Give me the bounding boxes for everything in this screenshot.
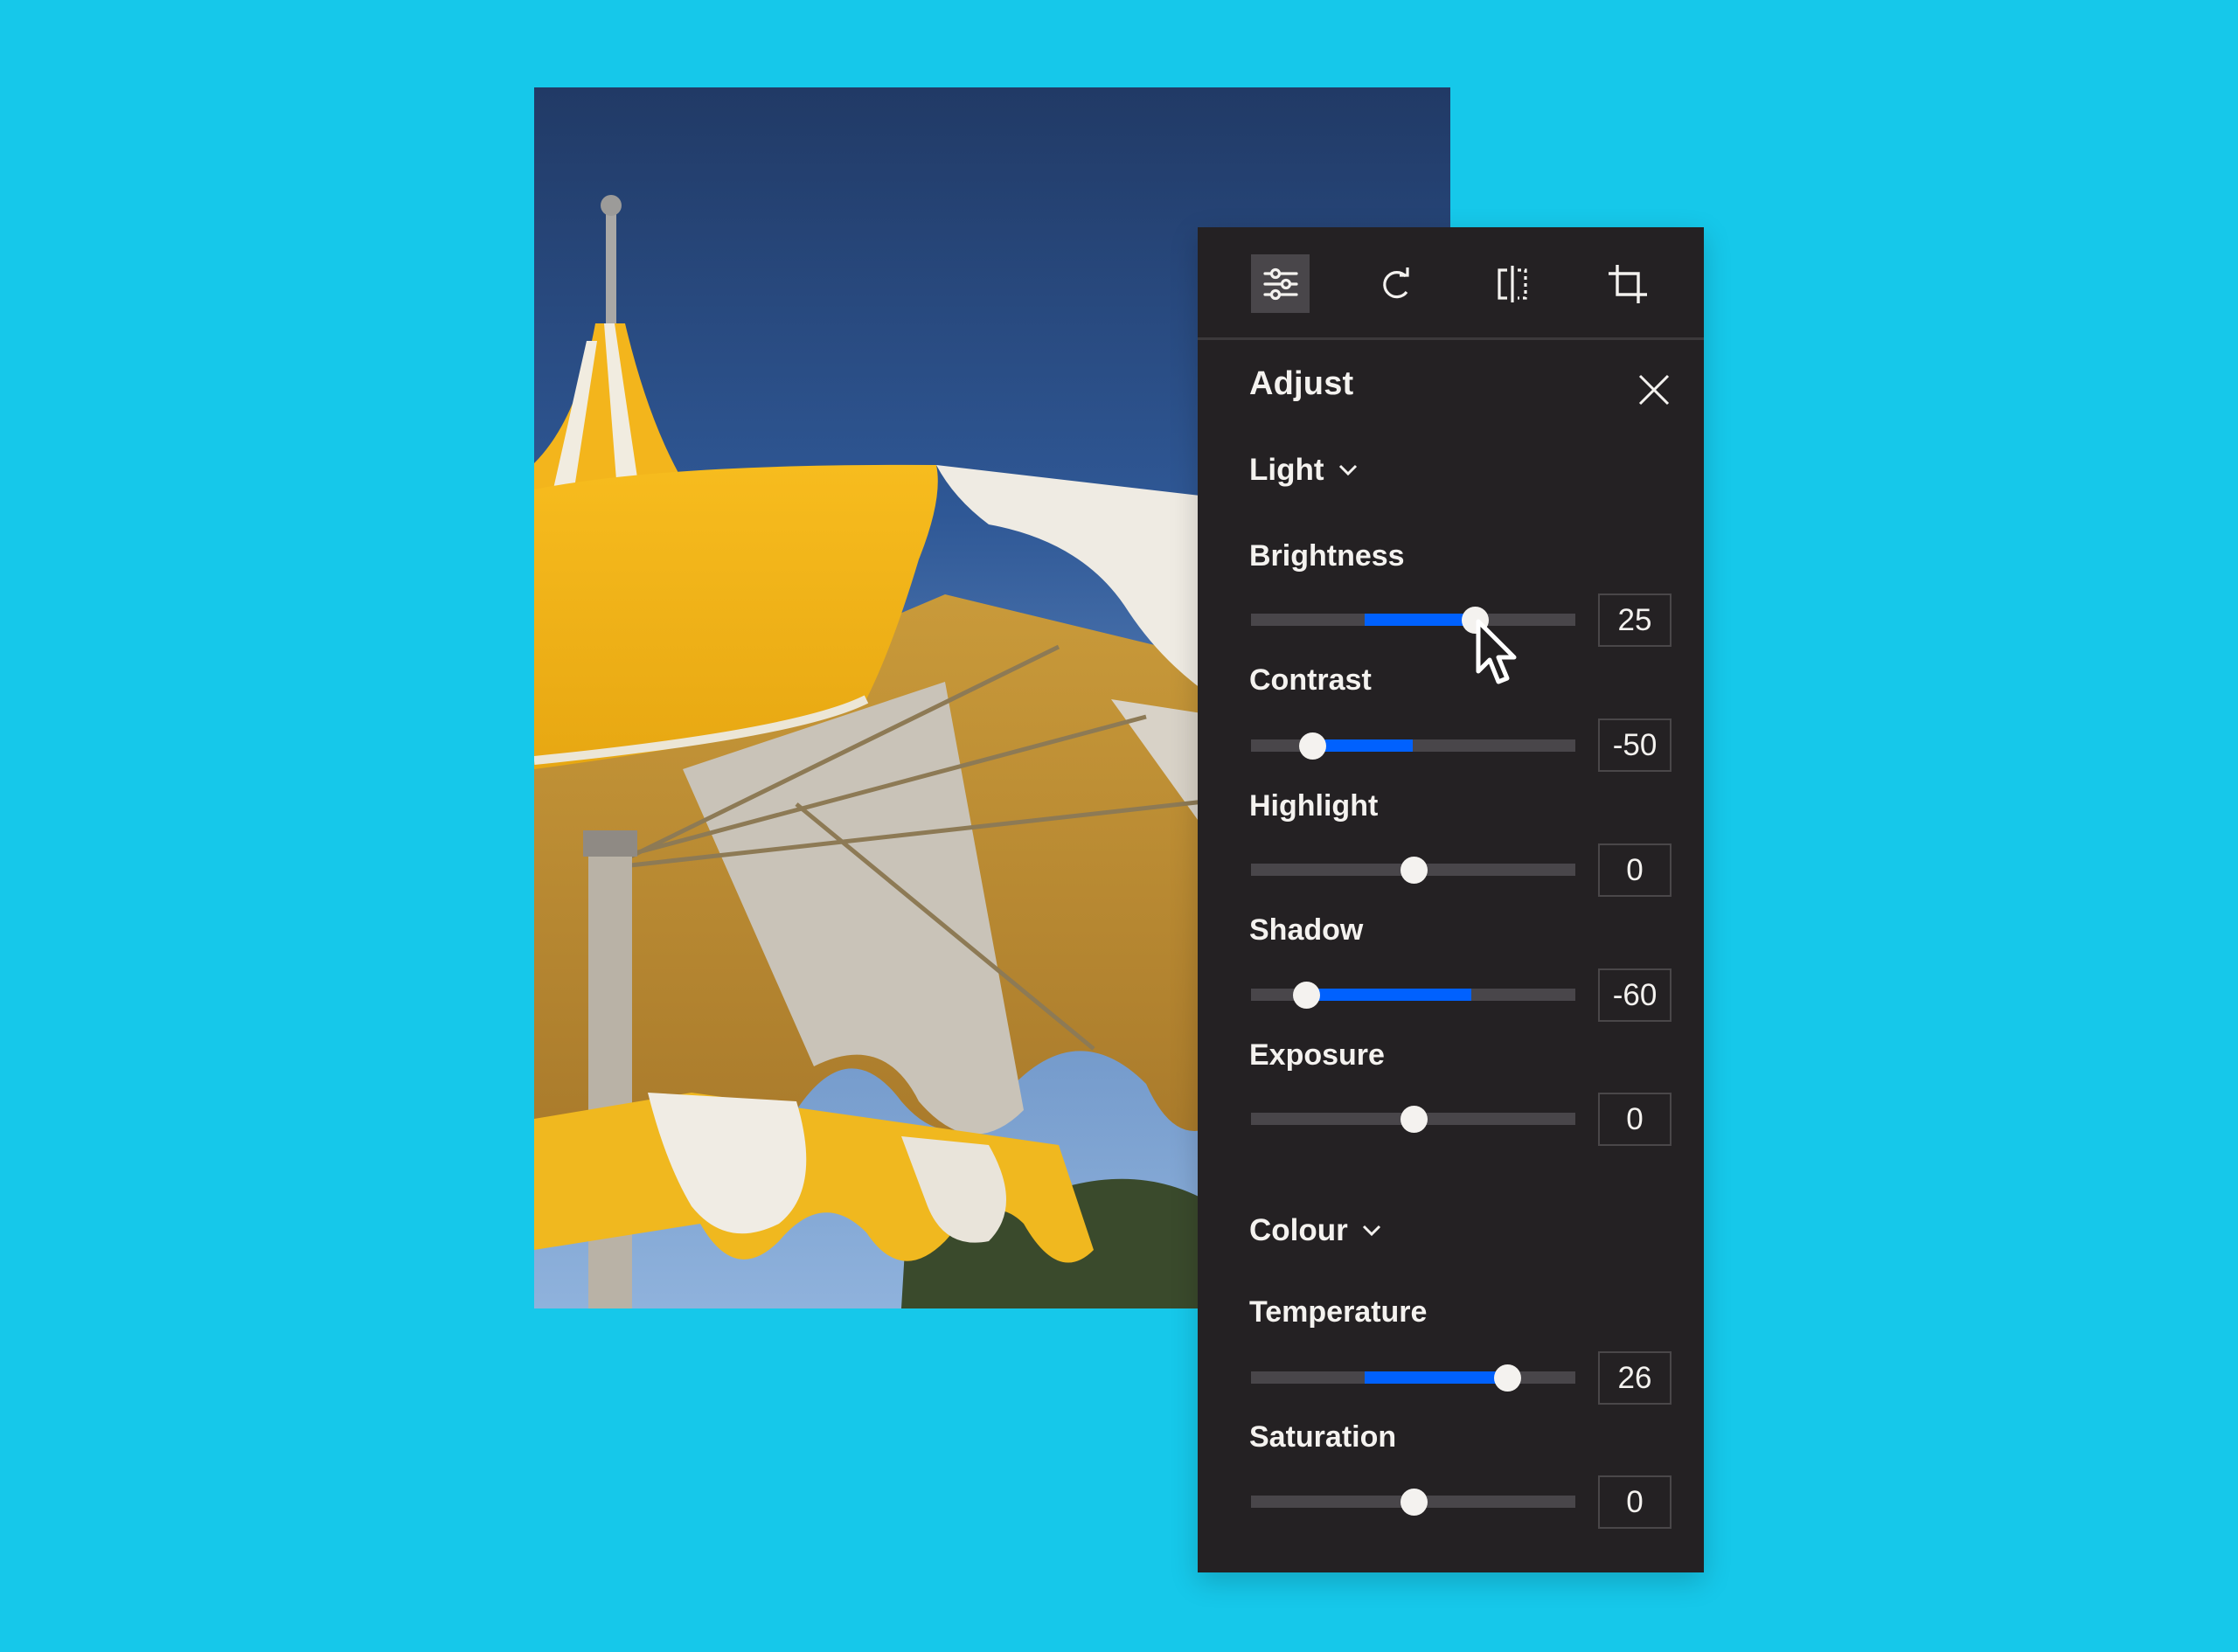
light-section-toggle[interactable]: Light bbox=[1249, 453, 1358, 488]
slider-fill bbox=[1312, 739, 1414, 752]
editor-toolbar bbox=[1198, 227, 1704, 340]
shadow-value-input[interactable]: -60 bbox=[1598, 968, 1672, 1022]
slider-fill bbox=[1306, 989, 1472, 1001]
adjust-tool-button[interactable] bbox=[1251, 254, 1310, 313]
sliders-icon bbox=[1262, 267, 1298, 300]
slider-thumb[interactable] bbox=[1299, 732, 1327, 760]
highlight-label: Highlight bbox=[1249, 789, 1379, 823]
exposure-slider[interactable] bbox=[1251, 1101, 1575, 1136]
saturation-value-input[interactable]: 0 bbox=[1598, 1475, 1672, 1529]
slider-thumb[interactable] bbox=[1461, 607, 1489, 634]
slider-fill bbox=[1364, 614, 1475, 626]
contrast-value-input[interactable]: -50 bbox=[1598, 718, 1672, 772]
exposure-label: Exposure bbox=[1249, 1038, 1385, 1072]
slider-thumb[interactable] bbox=[1400, 1106, 1428, 1133]
close-icon bbox=[1638, 374, 1670, 406]
exposure-value-input[interactable]: 0 bbox=[1598, 1093, 1672, 1146]
flip-icon bbox=[1497, 265, 1527, 302]
slider-thumb[interactable] bbox=[1400, 1489, 1428, 1516]
contrast-label: Contrast bbox=[1249, 663, 1372, 697]
rotate-tool-button[interactable] bbox=[1366, 254, 1425, 313]
panel-title: Adjust bbox=[1249, 365, 1354, 402]
flip-tool-button[interactable] bbox=[1484, 254, 1542, 313]
section-label: Light bbox=[1249, 453, 1324, 487]
brightness-value-input[interactable]: 25 bbox=[1598, 593, 1672, 647]
temperature-label: Temperature bbox=[1249, 1295, 1428, 1329]
chevron-down-icon bbox=[1338, 464, 1358, 476]
shadow-slider[interactable] bbox=[1251, 977, 1575, 1012]
section-label: Colour bbox=[1249, 1213, 1348, 1247]
crop-icon bbox=[1608, 264, 1647, 303]
chevron-down-icon bbox=[1362, 1225, 1381, 1237]
adjust-panel: Adjust Light Brightness 25 Contrast -50 … bbox=[1198, 227, 1704, 1572]
highlight-value-input[interactable]: 0 bbox=[1598, 843, 1672, 897]
slider-fill bbox=[1364, 1371, 1508, 1384]
slider-thumb[interactable] bbox=[1494, 1364, 1522, 1392]
shadow-label: Shadow bbox=[1249, 913, 1364, 947]
slider-thumb[interactable] bbox=[1400, 857, 1428, 884]
colour-section-toggle[interactable]: Colour bbox=[1249, 1213, 1381, 1248]
highlight-slider[interactable] bbox=[1251, 852, 1575, 887]
temperature-value-input[interactable]: 26 bbox=[1598, 1351, 1672, 1405]
slider-thumb[interactable] bbox=[1293, 982, 1321, 1009]
temperature-slider[interactable] bbox=[1251, 1360, 1575, 1395]
saturation-label: Saturation bbox=[1249, 1420, 1397, 1454]
saturation-slider[interactable] bbox=[1251, 1484, 1575, 1519]
brightness-label: Brightness bbox=[1249, 539, 1405, 573]
crop-tool-button[interactable] bbox=[1598, 254, 1657, 313]
close-button[interactable] bbox=[1635, 371, 1673, 409]
brightness-slider[interactable] bbox=[1251, 602, 1575, 637]
rotate-icon bbox=[1382, 267, 1409, 298]
contrast-slider[interactable] bbox=[1251, 728, 1575, 763]
